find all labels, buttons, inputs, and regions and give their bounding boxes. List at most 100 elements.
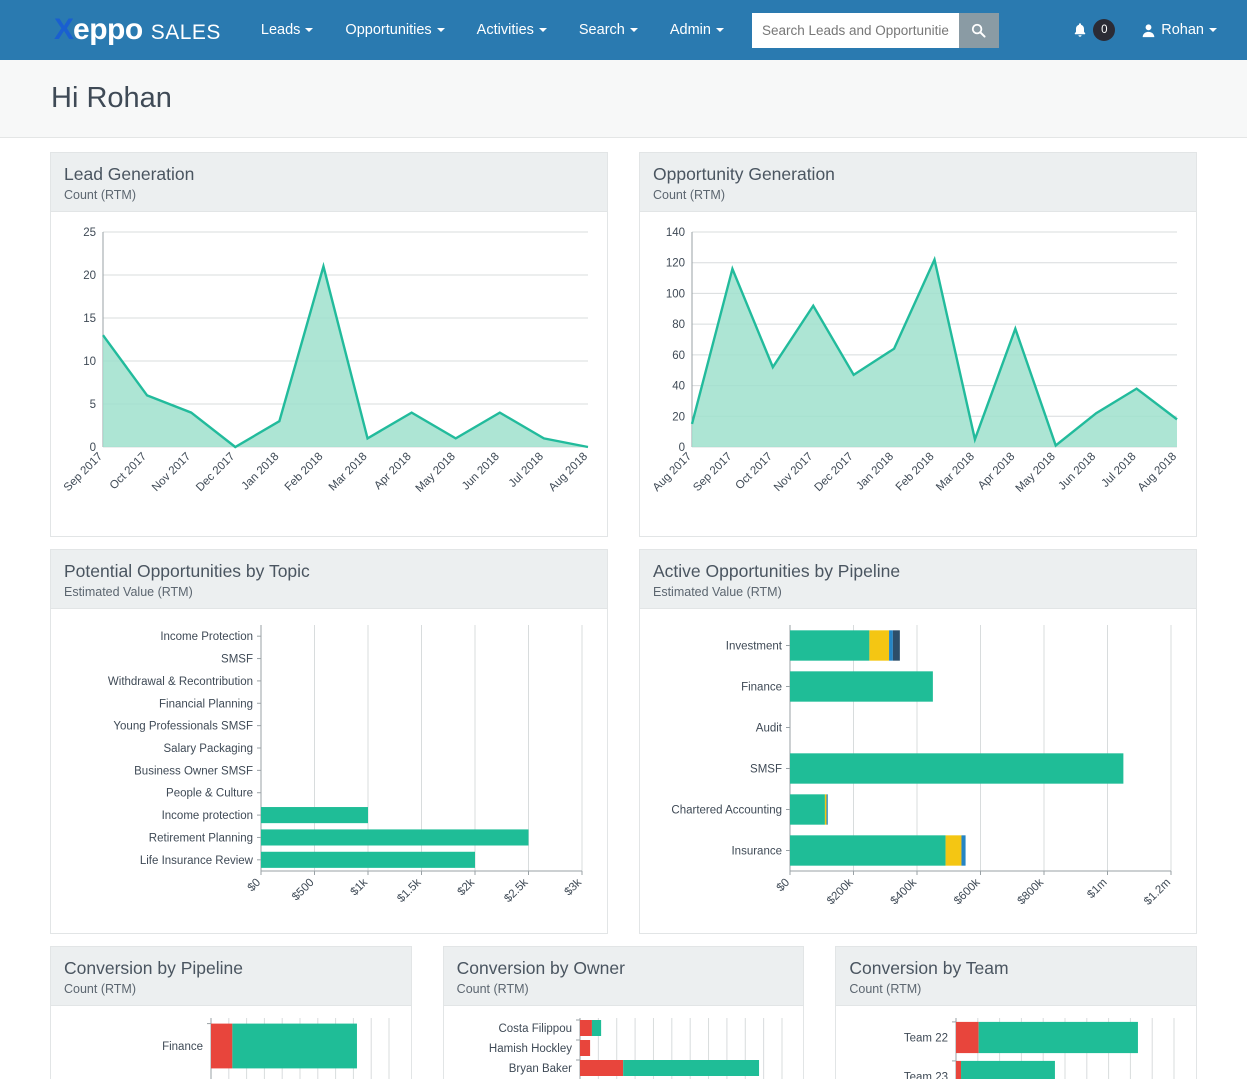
svg-text:Sep 2017: Sep 2017 <box>691 451 734 494</box>
card-body: Income Protection SMSF Withdrawal & Recont… <box>51 609 607 933</box>
nav-item-activities-label: Activities <box>476 22 534 38</box>
svg-text:$500: $500 <box>290 876 317 903</box>
svg-text:Young Professionals SMSF: Young Professionals SMSF <box>113 720 253 732</box>
chart-lead-generation[interactable]: 0510152025Sep 2017 Oct 2017 Nov 2017 Dec 20… <box>61 220 596 532</box>
svg-text:Apr 2018: Apr 2018 <box>372 451 413 492</box>
svg-text:Retirement Planning: Retirement Planning <box>149 832 253 844</box>
svg-text:Mar 2018: Mar 2018 <box>934 451 977 494</box>
dashboard-row-1: Lead Generation Count (RTM) 0 5 10 15 20 25 Se… <box>50 152 1197 537</box>
nav-item-opportunities-label: Opportunities <box>345 22 432 38</box>
chart-active-opportunities[interactable]: Investment Finance Audit SMSF Chartered Acco… <box>650 617 1185 929</box>
page-title: Hi Rohan <box>51 82 172 114</box>
chart-conversion-by-team[interactable]: Team 22 Team 23 <box>844 1012 1188 1079</box>
svg-text:15: 15 <box>83 313 96 325</box>
svg-text:May 2018: May 2018 <box>1014 451 1058 495</box>
nav-item-opportunities[interactable]: Opportunities <box>329 16 460 44</box>
svg-text:Bryan Baker: Bryan Baker <box>508 1063 571 1075</box>
svg-text:SMSF: SMSF <box>750 763 782 775</box>
svg-text:Withdrawal & Recontribution: Withdrawal & Recontribution <box>108 676 253 688</box>
card-subtitle: Count (RTM) <box>456 981 529 996</box>
card-subtitle: Count (RTM) <box>64 187 137 202</box>
card-header: Conversion by Owner Count (RTM) <box>443 946 804 1006</box>
notification-count-badge: 0 <box>1093 19 1116 41</box>
nav-item-leads[interactable]: Leads <box>245 16 330 44</box>
card-conversion-by-team: Conversion by Team Count (RTM) Team 22 Te… <box>835 945 1198 1079</box>
brand-logo[interactable]: Xeppo SALES <box>54 15 221 45</box>
svg-text:$1k: $1k <box>349 876 371 898</box>
card-conversion-by-owner: Conversion by Owner Count (RTM) Costa Fi… <box>442 945 805 1079</box>
user-icon <box>1142 23 1155 37</box>
brand-logo-eppo: eppo <box>73 13 143 46</box>
user-menu-name: Rohan <box>1161 22 1204 38</box>
svg-text:$2k: $2k <box>456 876 478 898</box>
card-title: Potential Opportunities by Topic <box>64 560 310 581</box>
chart-potential-opportunities[interactable]: Income Protection SMSF Withdrawal & Recont… <box>61 617 596 929</box>
card-header: Active Opportunities by Pipeline Estimat… <box>640 549 1196 609</box>
bell-icon <box>1074 22 1086 37</box>
chart-conversion-by-owner[interactable]: Costa FilippouHamish HockleyBryan BakerK… <box>452 1012 796 1079</box>
svg-text:Salary Packaging: Salary Packaging <box>164 743 254 755</box>
svg-text:Income protection: Income protection <box>162 810 253 822</box>
svg-text:120: 120 <box>666 258 685 270</box>
dashboard-row-3: Conversion by Pipeline Count (RTM) Finan… <box>50 945 1198 1079</box>
svg-text:5: 5 <box>90 399 96 411</box>
svg-text:Chartered Accounting: Chartered Accounting <box>671 804 782 816</box>
card-opportunity-generation: Opportunity Generation Count (RTM) 0 20 40… <box>639 152 1197 537</box>
nav-item-leads-label: Leads <box>260 22 301 38</box>
greeting-bar: Hi Rohan <box>0 60 1247 138</box>
card-subtitle: Count (RTM) <box>653 187 726 202</box>
svg-text:$0: $0 <box>246 876 264 894</box>
svg-text:May 2018: May 2018 <box>414 451 458 495</box>
svg-text:Oct 2017: Oct 2017 <box>108 451 149 492</box>
svg-text:$1.5k: $1.5k <box>395 876 424 905</box>
nav-item-admin-label: Admin <box>669 22 711 38</box>
svg-text:$2.5k: $2.5k <box>502 876 531 905</box>
navbar-right: 0 Rohan <box>1072 19 1217 41</box>
dashboard-row-2: Potential Opportunities by Topic Estimat… <box>50 548 1197 934</box>
nav-menu: Leads Opportunities Activities Search Ad… <box>245 16 740 44</box>
svg-text:Jul 2018: Jul 2018 <box>507 451 546 490</box>
nav-item-search-label: Search <box>578 22 625 38</box>
svg-text:$0: $0 <box>775 876 793 894</box>
chevron-down-icon <box>305 28 314 33</box>
svg-text:People & Culture: People & Culture <box>166 787 253 799</box>
chevron-down-icon <box>538 28 547 33</box>
card-title: Opportunity Generation <box>653 164 835 184</box>
svg-text:Feb 2018: Feb 2018 <box>894 451 937 494</box>
nav-item-activities[interactable]: Activities <box>461 16 563 44</box>
svg-text:SMSF: SMSF <box>221 653 253 665</box>
svg-text:25: 25 <box>83 227 96 239</box>
svg-text:$1m: $1m <box>1085 876 1109 900</box>
card-body: Costa FilippouHamish HockleyBryan BakerK… <box>444 1006 804 1079</box>
nav-item-admin[interactable]: Admin <box>654 16 740 44</box>
chart-opportunity-generation[interactable]: 020406080100120140Aug 2017Sep 2017Oct 20… <box>650 220 1185 532</box>
svg-text:Audit: Audit <box>756 722 783 734</box>
brand-logo-sales: SALES <box>150 21 221 44</box>
svg-text:Aug 2017: Aug 2017 <box>651 451 694 494</box>
card-title: Conversion by Team <box>849 957 1009 978</box>
svg-text:40: 40 <box>672 380 685 392</box>
svg-text:Jul 2018: Jul 2018 <box>1099 451 1138 490</box>
card-header: Lead Generation Count (RTM) <box>51 153 607 212</box>
svg-text:Sep 2017: Sep 2017 <box>62 451 105 494</box>
notifications-button[interactable]: 0 <box>1072 19 1116 41</box>
nav-item-search[interactable]: Search <box>563 16 654 44</box>
svg-text:100: 100 <box>666 288 685 300</box>
chart-conversion-by-pipeline[interactable]: Finance <box>59 1012 403 1079</box>
top-navbar: Xeppo SALES Leads Opportunities Activiti… <box>0 0 1247 60</box>
search-input[interactable] <box>751 12 959 48</box>
brand-logo-x: X <box>54 13 74 46</box>
svg-text:Jan 2018: Jan 2018 <box>240 451 282 493</box>
svg-text:Costa Filippou: Costa Filippou <box>498 1023 572 1035</box>
card-subtitle: Count (RTM) <box>849 981 922 996</box>
card-header: Conversion by Team Count (RTM) <box>836 946 1197 1006</box>
card-body: 0 20 40 60 80 100 120 140 Aug 2017 Sep 2017 Oct 20… <box>640 212 1196 536</box>
card-body: Finance <box>51 1006 411 1079</box>
chevron-down-icon <box>629 28 638 33</box>
user-menu[interactable]: Rohan <box>1141 22 1217 38</box>
svg-text:Dec 2017: Dec 2017 <box>194 451 237 494</box>
svg-text:Oct 2017: Oct 2017 <box>733 451 774 492</box>
card-subtitle: Count (RTM) <box>64 981 137 996</box>
chevron-down-icon <box>715 28 724 33</box>
search-submit-button[interactable] <box>958 12 999 48</box>
